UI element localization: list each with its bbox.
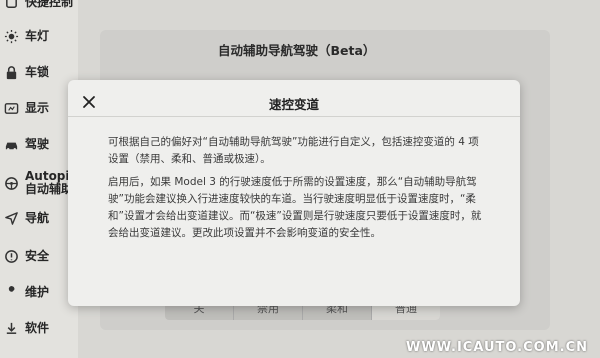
sidebar-item-display[interactable]: 显示	[0, 96, 49, 120]
sidebar-item-label: 车灯	[25, 29, 50, 43]
car-icon	[3, 136, 19, 152]
wrench-icon	[3, 284, 19, 300]
safety-icon	[3, 248, 19, 264]
sidebar-item-driving[interactable]: 驾驶	[0, 132, 49, 156]
sidebar-item-label: 快捷控制	[25, 0, 74, 9]
dialog-paragraph: 可根据自己的偏好对“自动辅助导航驾驶”功能进行自定义，包括速控变道的 4 项设置…	[108, 136, 479, 165]
sidebar-item-software[interactable]: 软件	[0, 316, 49, 340]
background-panel-title: 自动辅助导航驾驶（Beta）	[218, 43, 376, 58]
download-icon	[3, 320, 19, 336]
divider	[68, 116, 520, 117]
quick-controls-icon	[3, 0, 19, 10]
sidebar-item-label: 软件	[25, 321, 50, 335]
settings-sidebar: 快捷控制 车灯 车锁 显示 驾驶 Autopilot 自动辅助 导航 安全 维护…	[0, 0, 88, 358]
sidebar-item-lights[interactable]: 车灯	[0, 24, 49, 48]
sidebar-item-label: 导航	[25, 211, 50, 225]
sidebar-item-navigation[interactable]: 导航	[0, 206, 49, 230]
sidebar-item-label: 安全	[25, 249, 50, 263]
lights-icon	[3, 28, 19, 44]
sidebar-item-safety[interactable]: 安全	[0, 244, 49, 268]
sidebar-item-label: 驾驶	[25, 137, 50, 151]
dialog-paragraph: 启用后，如果 Model 3 的行驶速度低于所需的设置速度，那么“自动辅助导航驾…	[108, 176, 482, 239]
dialog-title: 速控变道	[268, 97, 319, 112]
sidebar-item-service[interactable]: 维护	[0, 280, 49, 304]
sidebar-item-label: 车锁	[25, 65, 50, 79]
sidebar-item-label: 显示	[25, 101, 50, 115]
sidebar-item-locks[interactable]: 车锁	[0, 60, 49, 84]
dialog-body: 可根据自己的偏好对“自动辅助导航驾驶”功能进行自定义，包括速控变道的 4 项设置…	[108, 134, 488, 248]
steering-wheel-icon	[3, 175, 19, 191]
navigation-icon	[3, 210, 19, 226]
sidebar-item-label: 维护	[25, 285, 50, 299]
watermark: WWW.ICAUTO.COM.CN	[406, 340, 588, 355]
sidebar-item-quick-controls[interactable]: 快捷控制	[0, 0, 73, 14]
display-icon	[3, 100, 19, 116]
lock-icon	[3, 64, 19, 80]
speed-based-lane-change-dialog: 速控变道 可根据自己的偏好对“自动辅助导航驾驶”功能进行自定义，包括速控变道的 …	[68, 80, 520, 306]
